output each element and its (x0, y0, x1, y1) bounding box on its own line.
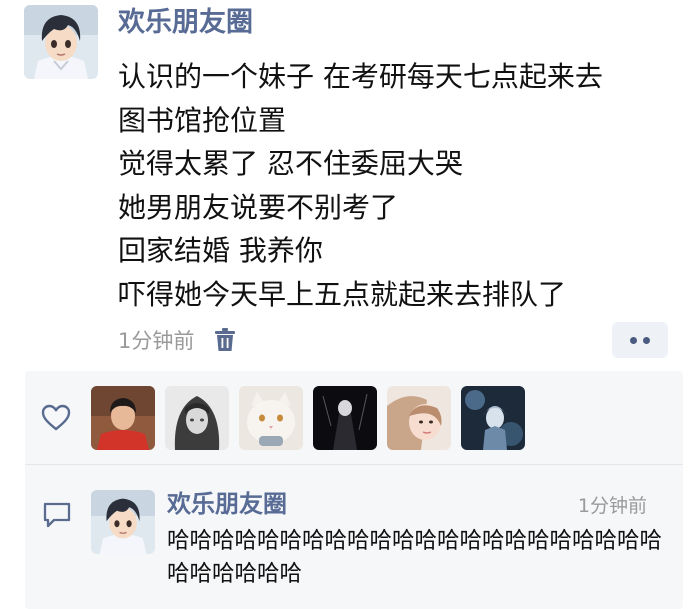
sketch-girl-avatar-image (165, 386, 229, 450)
post-timestamp: 1分钟前 (118, 329, 195, 353)
more-dot (643, 336, 650, 344)
author-avatar[interactable] (24, 5, 98, 79)
post-content-line: 认识的一个妹子 在考研每天七点起来去 (118, 60, 603, 93)
anime-boy-avatar-image (91, 490, 155, 554)
commenter-avatar[interactable] (91, 490, 155, 554)
comment-row: 欢乐朋友圈 1分钟前 哈哈哈哈哈哈哈哈哈哈哈哈哈哈哈哈哈哈哈哈哈哈哈哈哈哈哈哈 (25, 465, 683, 609)
liker-avatar[interactable] (387, 386, 451, 450)
post-content-line: 她男朋友说要不别考了 (118, 190, 399, 224)
comment-timestamp: 1分钟前 (577, 495, 647, 517)
heart-icon (41, 403, 71, 433)
comment-author-name[interactable]: 欢乐朋友圈 (167, 489, 287, 519)
boy-red-shirt-avatar-image (91, 386, 155, 450)
interaction-panel: 欢乐朋友圈 1分钟前 哈哈哈哈哈哈哈哈哈哈哈哈哈哈哈哈哈哈哈哈哈哈哈哈哈哈哈哈 (25, 371, 683, 609)
post-author-name[interactable]: 欢乐朋友圈 (118, 6, 253, 40)
more-dot (630, 336, 637, 344)
post-content-line: 吓得她今天早上五点就起来去排队了 (118, 277, 567, 311)
white-cat-avatar-image (239, 386, 303, 450)
dark-anime-avatar-image (313, 386, 377, 450)
blue-anime-art-avatar-image (461, 386, 525, 450)
post-meta-row: 1分钟前 (118, 322, 236, 358)
liker-avatar[interactable] (461, 386, 525, 450)
liker-avatars (91, 386, 535, 450)
girl-selfie-avatar-image (387, 386, 451, 450)
likes-row (25, 371, 683, 464)
liker-avatar[interactable] (91, 386, 155, 450)
liker-avatar[interactable] (239, 386, 303, 450)
anime-boy-avatar-image (24, 5, 98, 79)
post-content-line: 觉得太累了 忍不住委屈大哭 (118, 147, 463, 180)
moments-post: 欢乐朋友圈 认识的一个妹子 在考研每天七点起来去 图书馆抢位置 觉得太累了 忍不… (0, 0, 690, 609)
comment-bubble-icon (42, 501, 72, 529)
more-dots-icon[interactable] (612, 322, 668, 358)
trash-icon[interactable] (214, 328, 236, 352)
liker-avatar[interactable] (313, 386, 377, 450)
post-content-line: 回家结婚 我养你 (118, 234, 323, 267)
post-content: 认识的一个妹子 在考研每天七点起来去 图书馆抢位置 觉得太累了 忍不住委屈大哭 … (118, 55, 683, 316)
comment-text[interactable]: 哈哈哈哈哈哈哈哈哈哈哈哈哈哈哈哈哈哈哈哈哈哈哈哈哈哈哈哈 (167, 525, 675, 591)
post-content-line: 图书馆抢位置 (118, 103, 287, 137)
liker-avatar[interactable] (165, 386, 229, 450)
